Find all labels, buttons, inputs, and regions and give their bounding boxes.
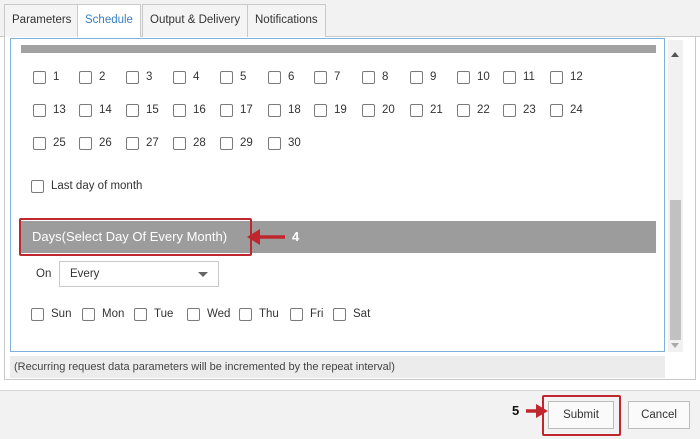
on-select[interactable]: Every bbox=[59, 261, 219, 287]
date-label-10: 10 bbox=[477, 71, 490, 83]
date-label-29: 29 bbox=[240, 137, 253, 149]
chevron-down-icon bbox=[198, 272, 208, 277]
weekday-checkbox-thu[interactable] bbox=[239, 308, 252, 321]
date-label-4: 4 bbox=[193, 71, 200, 83]
date-checkbox-7[interactable] bbox=[314, 71, 327, 84]
triangle-down-icon[interactable] bbox=[671, 343, 679, 348]
date-label-28: 28 bbox=[193, 137, 206, 149]
last-day-of-month-checkbox[interactable] bbox=[31, 180, 44, 193]
date-label-18: 18 bbox=[288, 104, 301, 116]
date-label-2: 2 bbox=[99, 71, 106, 83]
date-label-30: 30 bbox=[288, 137, 301, 149]
date-checkbox-22[interactable] bbox=[457, 104, 470, 117]
tab-notifications[interactable]: Notifications bbox=[247, 4, 326, 37]
date-checkbox-14[interactable] bbox=[79, 104, 92, 117]
date-label-22: 22 bbox=[477, 104, 490, 116]
date-checkbox-11[interactable] bbox=[503, 71, 516, 84]
date-label-17: 17 bbox=[240, 104, 253, 116]
date-checkbox-26[interactable] bbox=[79, 137, 92, 150]
weekday-checkbox-fri[interactable] bbox=[290, 308, 303, 321]
date-checkbox-9[interactable] bbox=[410, 71, 423, 84]
date-checkbox-5[interactable] bbox=[220, 71, 233, 84]
date-checkbox-4[interactable] bbox=[173, 71, 186, 84]
cancel-button[interactable]: Cancel bbox=[628, 401, 690, 429]
date-checkbox-18[interactable] bbox=[268, 104, 281, 117]
tab-output-delivery[interactable]: Output & Delivery bbox=[142, 4, 249, 37]
schedule-panel: 1 2 3 4 5 6 7 8 9 10 11 12 13 14 15 16 17 18 19 20 21 22 23 24 2… bbox=[10, 38, 665, 352]
date-label-5: 5 bbox=[240, 71, 247, 83]
tab-parameters[interactable]: Parameters bbox=[4, 4, 80, 37]
on-select-value: Every bbox=[70, 268, 100, 280]
on-label: On bbox=[36, 268, 52, 280]
date-checkbox-17[interactable] bbox=[220, 104, 233, 117]
scrollbar-thumb[interactable] bbox=[670, 200, 681, 340]
date-checkbox-1[interactable] bbox=[33, 71, 46, 84]
weekday-label-thu: Thu bbox=[259, 308, 279, 320]
weekday-label-wed: Wed bbox=[207, 308, 231, 320]
date-label-1: 1 bbox=[53, 71, 60, 83]
panel-scrollbar[interactable] bbox=[668, 40, 683, 352]
weekday-label-sun: Sun bbox=[51, 308, 72, 320]
weekday-checkbox-mon[interactable] bbox=[82, 308, 95, 321]
weekday-label-sat: Sat bbox=[353, 308, 371, 320]
recurring-note: (Recurring request data parameters will … bbox=[10, 356, 665, 378]
date-label-19: 19 bbox=[334, 104, 347, 116]
date-checkbox-15[interactable] bbox=[126, 104, 139, 117]
tab-schedule[interactable]: Schedule bbox=[77, 4, 141, 38]
date-checkbox-13[interactable] bbox=[33, 104, 46, 117]
date-label-21: 21 bbox=[430, 104, 443, 116]
triangle-up-icon[interactable] bbox=[671, 52, 679, 57]
date-checkbox-25[interactable] bbox=[33, 137, 46, 150]
date-label-25: 25 bbox=[53, 137, 66, 149]
weekday-checkbox-sat[interactable] bbox=[333, 308, 346, 321]
date-checkbox-3[interactable] bbox=[126, 71, 139, 84]
date-label-13: 13 bbox=[53, 104, 66, 116]
date-label-8: 8 bbox=[382, 71, 389, 83]
date-checkbox-27[interactable] bbox=[126, 137, 139, 150]
date-label-12: 12 bbox=[570, 71, 583, 83]
last-day-of-month-label: Last day of month bbox=[51, 180, 143, 192]
action-bar: 5 Submit Cancel bbox=[0, 390, 700, 439]
date-checkbox-30[interactable] bbox=[268, 137, 281, 150]
date-label-14: 14 bbox=[99, 104, 112, 116]
date-label-23: 23 bbox=[523, 104, 536, 116]
date-checkbox-24[interactable] bbox=[550, 104, 563, 117]
date-label-26: 26 bbox=[99, 137, 112, 149]
date-checkbox-23[interactable] bbox=[503, 104, 516, 117]
weekday-checkbox-sun[interactable] bbox=[31, 308, 44, 321]
date-label-27: 27 bbox=[146, 137, 159, 149]
highlight-box-submit bbox=[542, 395, 621, 436]
date-checkbox-20[interactable] bbox=[362, 104, 375, 117]
weekday-label-tue: Tue bbox=[154, 308, 174, 320]
arrow-left-icon bbox=[247, 229, 285, 245]
date-label-6: 6 bbox=[288, 71, 295, 83]
date-label-3: 3 bbox=[146, 71, 153, 83]
date-checkbox-8[interactable] bbox=[362, 71, 375, 84]
date-label-11: 11 bbox=[523, 71, 535, 83]
date-label-20: 20 bbox=[382, 104, 395, 116]
date-checkbox-12[interactable] bbox=[550, 71, 563, 84]
date-checkbox-29[interactable] bbox=[220, 137, 233, 150]
section-header-strip bbox=[21, 45, 656, 53]
date-label-24: 24 bbox=[570, 104, 583, 116]
date-checkbox-28[interactable] bbox=[173, 137, 186, 150]
weekday-label-fri: Fri bbox=[310, 308, 324, 320]
date-label-15: 15 bbox=[146, 104, 159, 116]
date-label-16: 16 bbox=[193, 104, 206, 116]
date-checkbox-10[interactable] bbox=[457, 71, 470, 84]
date-checkbox-2[interactable] bbox=[79, 71, 92, 84]
date-checkbox-16[interactable] bbox=[173, 104, 186, 117]
date-label-9: 9 bbox=[430, 71, 437, 83]
callout-number-4: 4 bbox=[292, 229, 300, 244]
date-label-7: 7 bbox=[334, 71, 341, 83]
weekday-checkbox-tue[interactable] bbox=[134, 308, 147, 321]
highlight-box-days bbox=[19, 218, 252, 256]
date-checkbox-21[interactable] bbox=[410, 104, 423, 117]
date-checkbox-6[interactable] bbox=[268, 71, 281, 84]
date-checkbox-19[interactable] bbox=[314, 104, 327, 117]
weekday-label-mon: Mon bbox=[102, 308, 125, 320]
tab-bar: Parameters Schedule Output & Delivery No… bbox=[0, 0, 700, 38]
callout-number-5: 5 bbox=[512, 403, 520, 418]
weekday-checkbox-wed[interactable] bbox=[187, 308, 200, 321]
